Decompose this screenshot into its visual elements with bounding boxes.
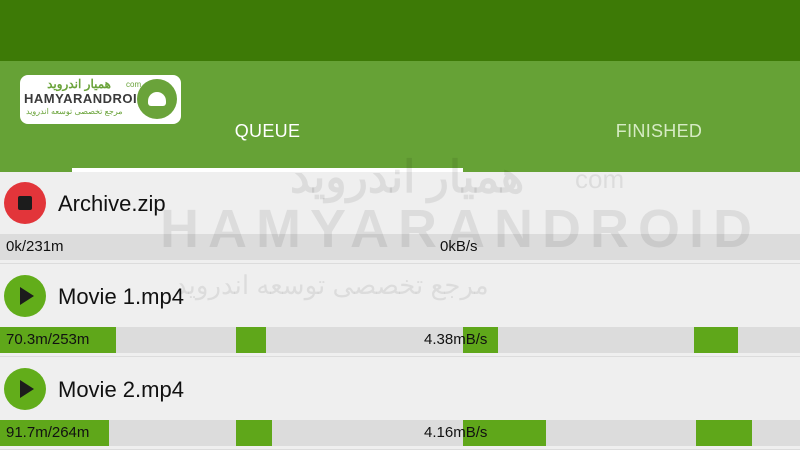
download-item[interactable]: Archive.zip 0k/231m 0kB/s bbox=[0, 172, 800, 264]
downloaded-size: 91.7m/264m bbox=[6, 424, 90, 441]
progress-bar bbox=[0, 420, 800, 446]
status-bar bbox=[0, 0, 800, 61]
logo-com: com bbox=[126, 80, 142, 89]
stop-icon bbox=[18, 196, 32, 210]
tab-finished[interactable]: FINISHED bbox=[520, 121, 798, 142]
logo-text-fa: همیار اندروید bbox=[47, 77, 111, 91]
file-name: Archive.zip bbox=[58, 191, 166, 216]
downloaded-size: 0k/231m bbox=[6, 238, 64, 255]
download-speed: 4.16mB/s bbox=[424, 424, 488, 441]
logo-subtitle: مرجع تخصصی توسعه اندروید bbox=[26, 107, 123, 116]
stop-button[interactable] bbox=[4, 182, 46, 224]
download-item[interactable]: Movie 1.mp4 70.3m/253m 4.38mB/s bbox=[0, 265, 800, 357]
progress-segment bbox=[236, 420, 272, 446]
download-list: Archive.zip 0k/231m 0kB/s Movie 1.mp4 70… bbox=[0, 172, 800, 450]
play-icon bbox=[20, 287, 34, 305]
progress-bar bbox=[0, 327, 800, 353]
download-speed: 4.38mB/s bbox=[424, 331, 488, 348]
downloaded-size: 70.3m/253m bbox=[6, 331, 90, 348]
play-button[interactable] bbox=[4, 368, 46, 410]
progress-segment bbox=[696, 420, 752, 446]
download-item[interactable]: Movie 2.mp4 91.7m/264m 4.16mB/s bbox=[0, 358, 800, 450]
play-button[interactable] bbox=[4, 275, 46, 317]
progress-bar bbox=[0, 234, 800, 260]
logo-text-en: HAMYARANDROID bbox=[24, 91, 148, 106]
download-speed: 0kB/s bbox=[440, 238, 478, 255]
app-bar: همیار اندروید com HAMYARANDROID مرجع تخص… bbox=[0, 61, 800, 172]
logo: همیار اندروید com HAMYARANDROID مرجع تخص… bbox=[20, 75, 181, 124]
file-name: Movie 2.mp4 bbox=[58, 377, 184, 402]
file-name: Movie 1.mp4 bbox=[58, 284, 184, 309]
progress-segment bbox=[694, 327, 738, 353]
play-icon bbox=[20, 380, 34, 398]
progress-segment bbox=[236, 327, 266, 353]
android-logo-icon bbox=[137, 79, 177, 119]
tab-queue[interactable]: QUEUE bbox=[72, 121, 463, 142]
